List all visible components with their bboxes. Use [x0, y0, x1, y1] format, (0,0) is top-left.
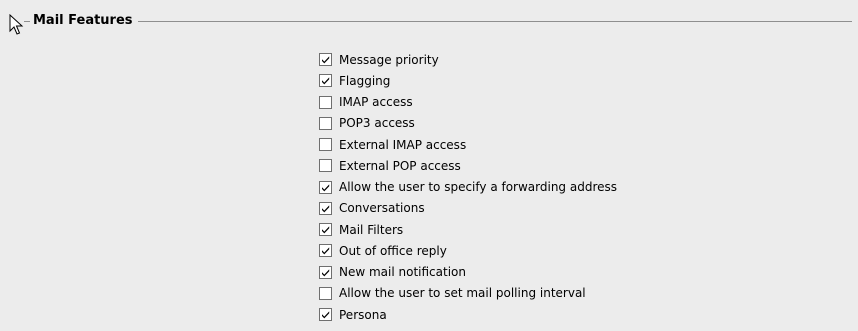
feature-label: New mail notification	[339, 265, 466, 280]
feature-checkbox[interactable]	[319, 223, 332, 237]
feature-checkbox[interactable]	[319, 201, 332, 215]
feature-label: Allow the user to specify a forwarding a…	[339, 180, 618, 195]
feature-label: POP3 access	[339, 116, 415, 131]
feature-checkbox[interactable]	[319, 74, 332, 88]
checkmark-icon	[322, 226, 330, 234]
feature-option[interactable]: External IMAP access	[319, 134, 617, 155]
feature-option[interactable]: External POP access	[319, 155, 617, 176]
feature-option[interactable]: Conversations	[319, 198, 617, 219]
section-divider	[24, 21, 852, 22]
section-title: Mail Features	[30, 12, 138, 30]
feature-option[interactable]: Persona	[319, 304, 617, 325]
feature-label: Conversations	[339, 201, 425, 216]
feature-label: Out of office reply	[339, 243, 447, 258]
mouse-pointer-icon	[9, 13, 25, 36]
feature-label: External IMAP access	[339, 137, 467, 152]
feature-option[interactable]: Message priority	[319, 49, 617, 70]
checkmark-icon	[322, 247, 330, 255]
feature-checkbox[interactable]	[319, 116, 332, 130]
feature-checkbox[interactable]	[319, 286, 332, 300]
feature-option[interactable]: Flagging	[319, 70, 617, 91]
feature-checkbox[interactable]	[319, 244, 332, 258]
feature-checkbox[interactable]	[319, 180, 332, 194]
checkmark-icon	[322, 269, 330, 277]
feature-checkbox[interactable]	[319, 138, 332, 152]
checkmark-icon	[322, 77, 330, 85]
feature-label: Message priority	[339, 52, 439, 67]
feature-label: External POP access	[339, 158, 461, 173]
feature-label: Persona	[339, 307, 387, 322]
feature-checkbox[interactable]	[319, 308, 332, 322]
feature-option[interactable]: Out of office reply	[319, 240, 617, 261]
feature-option[interactable]: New mail notification	[319, 262, 617, 283]
feature-label: Allow the user to set mail polling inter…	[339, 286, 586, 301]
checkmark-icon	[322, 56, 330, 64]
feature-checkbox[interactable]	[319, 53, 332, 67]
feature-checkbox[interactable]	[319, 95, 332, 109]
feature-label: Flagging	[339, 73, 391, 88]
feature-option[interactable]: IMAP access	[319, 92, 617, 113]
feature-checkbox[interactable]	[319, 159, 332, 173]
checkmark-icon	[322, 205, 330, 213]
feature-option[interactable]: POP3 access	[319, 113, 617, 134]
feature-label: Mail Filters	[339, 222, 404, 237]
mail-features-list: Message priority Flagging IMAP access POP3 …	[319, 49, 617, 325]
feature-checkbox[interactable]	[319, 265, 332, 279]
feature-option[interactable]: Mail Filters	[319, 219, 617, 240]
feature-option[interactable]: Allow the user to specify a forwarding a…	[319, 177, 617, 198]
checkmark-icon	[322, 311, 330, 319]
checkmark-icon	[322, 184, 330, 192]
feature-label: IMAP access	[339, 95, 413, 110]
feature-option[interactable]: Allow the user to set mail polling inter…	[319, 283, 617, 304]
